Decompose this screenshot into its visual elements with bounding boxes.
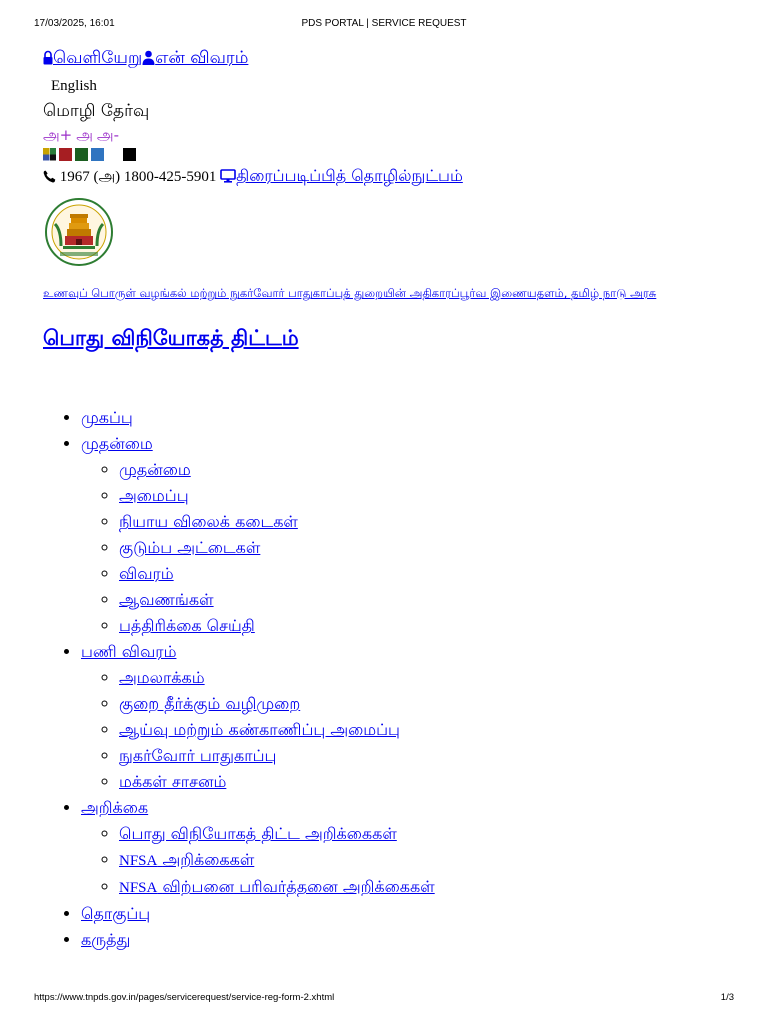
nav-link-grievance-redressal[interactable]: குறை தீர்க்கும் வழிமுறை bbox=[119, 694, 300, 713]
list-item: முதன்மை bbox=[119, 457, 723, 483]
nav-link-home[interactable]: முகப்பு bbox=[81, 408, 133, 427]
page-content: வெளியேறு என் விவரம் English மொழி தேர்வு அ… bbox=[43, 46, 723, 953]
theme-swatch-red[interactable] bbox=[59, 147, 72, 161]
nfsa-prefix: NFSA bbox=[119, 880, 158, 896]
nav-link-nfsa-sales-transaction-reports[interactable]: NFSA விற்பனை பரிவர்த்தனை அறிக்கைகள் bbox=[119, 877, 435, 896]
nav-submenu-reports: பொது விநியோகத் திட்ட அறிக்கைகள் NFSA அறி… bbox=[81, 821, 723, 901]
list-item: விவரம் bbox=[119, 561, 723, 587]
list-item: பொது விநியோகத் திட்ட அறிக்கைகள் bbox=[119, 821, 723, 847]
main-navigation: முகப்பு முதன்மை முதன்மை அமைப்பு நியாய வி… bbox=[43, 405, 723, 953]
list-item: குடும்ப அட்டைகள் bbox=[119, 535, 723, 561]
print-header: 17/03/2025, 16:01 PDS PORTAL | SERVICE R… bbox=[34, 18, 734, 32]
nav-link-organisation[interactable]: அமைப்பு bbox=[119, 486, 189, 505]
nav-link-implementation[interactable]: அமலாக்கம் bbox=[119, 668, 205, 687]
theme-swatch-black[interactable] bbox=[123, 147, 136, 161]
list-item: நியாய விலைக் கடைகள் bbox=[119, 509, 723, 535]
font-normal-button[interactable]: அ bbox=[76, 126, 93, 144]
screen-reader-link[interactable]: திரைப்படிப்பித் தொழில்நுட்பம் bbox=[220, 166, 463, 185]
nfsa-reports-label: அறிக்கைகள் bbox=[162, 850, 255, 869]
print-page-number: 1/3 bbox=[720, 992, 734, 1003]
department-site-link-row: உணவுப் பொருள் வழங்கல் மற்றும் நுகர்வோர் … bbox=[43, 285, 723, 301]
nav-link-pds-reports[interactable]: பொது விநியோகத் திட்ட அறிக்கைகள் bbox=[119, 824, 397, 843]
nav-link-work-details[interactable]: பணி விவரம் bbox=[81, 642, 176, 661]
list-item: NFSA அறிக்கைகள் bbox=[119, 847, 723, 874]
contact-row: 1967 (அ) 1800-425-5901 திரைப்படிப்பித் த… bbox=[43, 165, 723, 190]
nav-link-reports[interactable]: அறிக்கை bbox=[81, 798, 148, 817]
my-profile-link[interactable]: என் விவரம் bbox=[142, 48, 248, 68]
nav-item-collection: தொகுப்பு bbox=[81, 901, 723, 927]
nav-item-home: முகப்பு bbox=[81, 405, 723, 431]
nfsa-sales-label: விற்பனை பரிவர்த்தனை அறிக்கைகள் bbox=[162, 877, 435, 896]
tamil-nadu-emblem-logo bbox=[43, 196, 115, 268]
phone-icon bbox=[43, 168, 56, 190]
top-links: வெளியேறு என் விவரம் bbox=[43, 46, 723, 70]
site-title: பொது விநியோகத் திட்டம் bbox=[43, 323, 723, 353]
screen-reader-label: திரைப்படிப்பித் தொழில்நுட்பம் bbox=[236, 166, 463, 185]
nav-link-main-main[interactable]: முதன்மை bbox=[119, 460, 191, 479]
nav-link-citizen-charter[interactable]: மக்கள் சாசனம் bbox=[119, 772, 226, 791]
nav-link-main[interactable]: முதன்மை bbox=[81, 434, 153, 453]
list-item: நுகர்வோர் பாதுகாப்பு bbox=[119, 743, 723, 769]
site-title-link[interactable]: பொது விநியோகத் திட்டம் bbox=[43, 326, 299, 350]
nav-link-press-news[interactable]: பத்திரிக்கை செய்தி bbox=[119, 616, 255, 635]
logout-link[interactable]: வெளியேறு bbox=[43, 48, 142, 68]
theme-color-swatches bbox=[43, 147, 723, 161]
language-english-option[interactable]: English bbox=[43, 77, 723, 95]
nfsa-prefix: NFSA bbox=[119, 853, 158, 869]
list-item: அமைப்பு bbox=[119, 483, 723, 509]
nav-submenu-work-details: அமலாக்கம் குறை தீர்க்கும் வழிமுறை ஆய்வு … bbox=[81, 665, 723, 795]
nav-item-work-details: பணி விவரம் அமலாக்கம் குறை தீர்க்கும் வழி… bbox=[81, 639, 723, 795]
font-size-controls: அ+ அ அ- bbox=[43, 125, 723, 145]
nav-item-feedback: கருத்து bbox=[81, 927, 723, 953]
nav-link-consumer-protection[interactable]: நுகர்வோர் பாதுகாப்பு bbox=[119, 746, 276, 765]
nav-item-reports: அறிக்கை பொது விநியோகத் திட்ட அறிக்கைகள் … bbox=[81, 795, 723, 901]
list-item: குறை தீர்க்கும் வழிமுறை bbox=[119, 691, 723, 717]
nav-link-family-cards[interactable]: குடும்ப அட்டைகள் bbox=[119, 538, 260, 557]
theme-swatch-blue[interactable] bbox=[91, 147, 104, 161]
lock-icon bbox=[43, 48, 53, 72]
list-item: ஆவணங்கள் bbox=[119, 587, 723, 613]
list-item: மக்கள் சாசனம் bbox=[119, 769, 723, 795]
nav-link-inspection-monitoring[interactable]: ஆய்வு மற்றும் கண்காணிப்பு அமைப்பு bbox=[119, 720, 400, 739]
theme-swatch-green[interactable] bbox=[75, 147, 88, 161]
theme-swatch-white[interactable] bbox=[107, 147, 120, 161]
nav-link-collection[interactable]: தொகுப்பு bbox=[81, 904, 150, 923]
nav-item-main: முதன்மை முதன்மை அமைப்பு நியாய விலைக் கடை… bbox=[81, 431, 723, 639]
department-site-link[interactable]: உணவுப் பொருள் வழங்கல் மற்றும் நுகர்வோர் … bbox=[43, 286, 656, 300]
font-increase-button[interactable]: அ+ bbox=[43, 126, 72, 144]
nav-link-feedback[interactable]: கருத்து bbox=[81, 930, 130, 949]
font-decrease-button[interactable]: அ- bbox=[97, 126, 119, 144]
nav-link-nfsa-reports[interactable]: NFSA அறிக்கைகள் bbox=[119, 850, 254, 869]
print-page-title: PDS PORTAL | SERVICE REQUEST bbox=[301, 18, 467, 29]
nav-link-details[interactable]: விவரம் bbox=[119, 564, 174, 583]
list-item: பத்திரிக்கை செய்தி bbox=[119, 613, 723, 639]
nav-link-fair-price-shops[interactable]: நியாய விலைக் கடைகள் bbox=[119, 512, 298, 531]
nav-link-documents[interactable]: ஆவணங்கள் bbox=[119, 590, 214, 609]
print-url: https://www.tnpds.gov.in/pages/servicere… bbox=[34, 992, 335, 1003]
monitor-icon bbox=[220, 167, 236, 189]
nav-submenu-main: முதன்மை அமைப்பு நியாய விலைக் கடைகள் குடு… bbox=[81, 457, 723, 639]
list-item: ஆய்வு மற்றும் கண்காணிப்பு அமைப்பு bbox=[119, 717, 723, 743]
logout-label: வெளியேறு bbox=[53, 48, 143, 68]
list-item: NFSA விற்பனை பரிவர்த்தனை அறிக்கைகள் bbox=[119, 874, 723, 901]
user-icon bbox=[142, 48, 155, 72]
helpline-number: 1967 (அ) 1800-425-5901 bbox=[59, 169, 217, 185]
language-choose-label: மொழி தேர்வு bbox=[43, 101, 150, 121]
my-profile-label: என் விவரம் bbox=[155, 48, 249, 68]
print-footer: https://www.tnpds.gov.in/pages/servicere… bbox=[34, 992, 734, 1006]
theme-swatch-multicolor[interactable] bbox=[43, 147, 56, 161]
list-item: அமலாக்கம் bbox=[119, 665, 723, 691]
